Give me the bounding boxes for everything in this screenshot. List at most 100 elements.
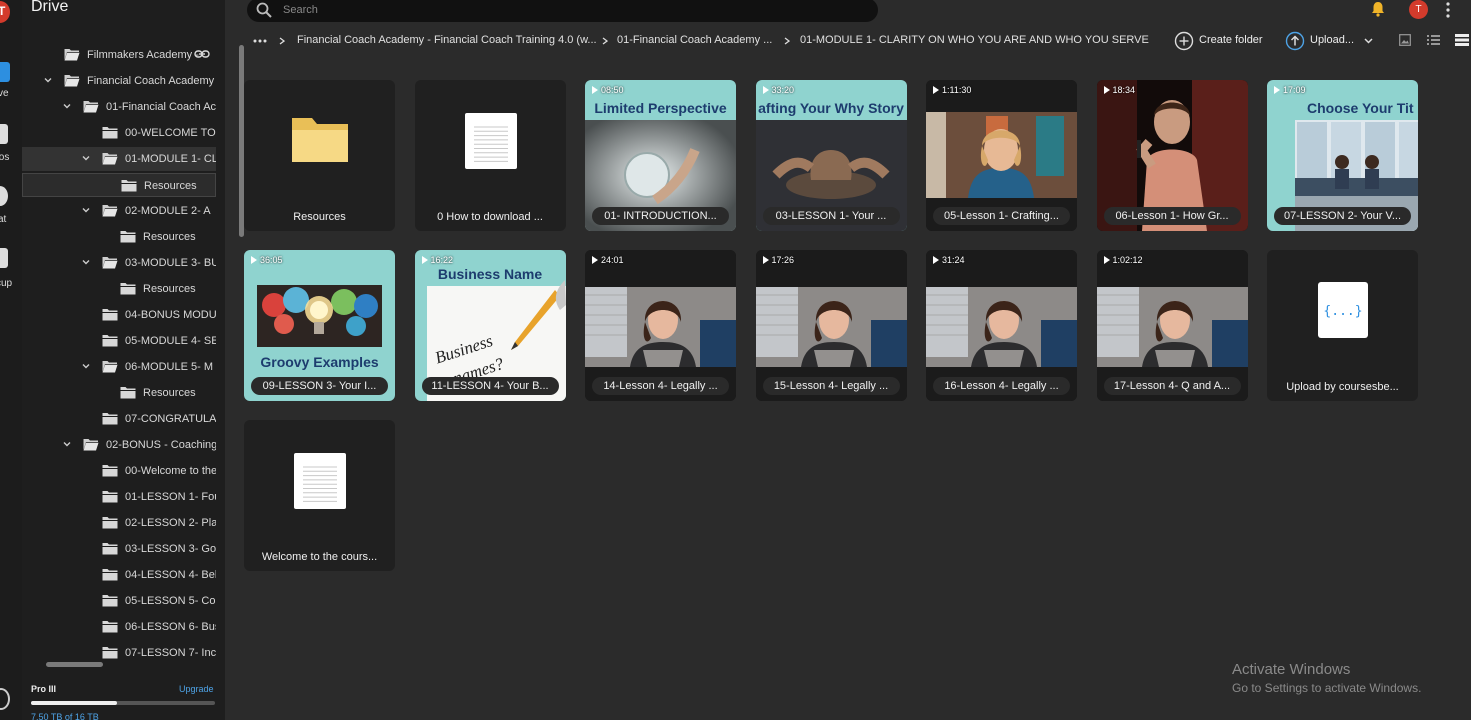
file-name: Upload by coursesbe...: [1286, 381, 1399, 393]
sidebar-tree-item[interactable]: 01-LESSON 1- Fou: [22, 485, 216, 509]
video-card[interactable]: 1:11:30 05-Lesson 1- Crafting...: [926, 80, 1077, 231]
breadcrumb-overflow-icon[interactable]: [253, 39, 267, 43]
folder-icon: [102, 594, 118, 607]
sidebar-tree-item[interactable]: 04-LESSON 4- Beh: [22, 563, 216, 587]
chevron-down-icon[interactable]: [82, 206, 90, 214]
chat-icon[interactable]: [0, 186, 8, 206]
backup-icon[interactable]: [0, 248, 8, 268]
sidebar-tree-item[interactable]: Financial Coach Academy -: [22, 69, 216, 93]
sidebar-scrollbar-horizontal[interactable]: [46, 662, 103, 667]
sidebar-tree-item[interactable]: 02-MODULE 2- A: [22, 199, 216, 223]
rail-label-chat[interactable]: at: [0, 214, 20, 225]
chevron-down-icon[interactable]: [1364, 36, 1373, 45]
photos-icon[interactable]: [0, 124, 8, 144]
upload-label: Upload...: [1310, 34, 1355, 46]
more-menu-icon[interactable]: [1445, 1, 1451, 19]
file-card[interactable]: 0 How to download ...: [414, 80, 566, 231]
video-card[interactable]: 17:26 15-Lesson 4- Legally ...: [755, 250, 907, 401]
sidebar-tree-item[interactable]: 07-LESSON 7- Inc: [22, 641, 216, 664]
video-duration-text: 24:01: [601, 255, 624, 265]
upgrade-link[interactable]: Upgrade: [179, 684, 214, 694]
chevron-down-icon[interactable]: [82, 258, 90, 266]
sidebar-tree-item[interactable]: 00-WELCOME TO: [22, 121, 216, 145]
drive-icon[interactable]: [0, 62, 10, 82]
video-card[interactable]: 1:02:12 17-Lesson 4- Q and A...: [1096, 250, 1248, 401]
sidebar-tree-item[interactable]: Resources: [22, 277, 216, 301]
sidebar-tree-item[interactable]: 00-Welcome to the: [22, 459, 216, 483]
search-bar[interactable]: [247, 0, 878, 22]
video-card[interactable]: 18:34 06-Lesson 1- How Gr...: [1096, 80, 1248, 231]
rail-label-photos[interactable]: tos: [0, 152, 18, 163]
sidebar-tree-label: 07-LESSON 7- Inc: [125, 647, 216, 659]
folder-card[interactable]: Resources: [244, 80, 395, 231]
search-input[interactable]: [283, 2, 843, 18]
rail-label-backup[interactable]: cup: [0, 278, 18, 289]
chevron-down-icon[interactable]: [63, 102, 71, 110]
windows-activation-title: Activate Windows: [1232, 661, 1351, 678]
app-logo[interactable]: T: [0, 1, 10, 23]
video-card[interactable]: Business names? Business Name 16:22 11-LESSO…: [414, 250, 566, 401]
sidebar-tree-item[interactable]: 03-MODULE 3- BU: [22, 251, 216, 275]
file-card[interactable]: {...} Upload by coursesbe...: [1267, 250, 1418, 401]
sidebar-tree-item[interactable]: 01-MODULE 1- CL: [22, 147, 216, 171]
breadcrumb-item[interactable]: Financial Coach Academy - Financial Coac…: [297, 34, 597, 46]
video-duration: 17:26: [762, 255, 795, 265]
sidebar-tree-item[interactable]: 06-LESSON 6- Bus: [22, 615, 216, 639]
sidebar-tree-label: 02-LESSON 2- Plan: [125, 517, 216, 529]
chevron-down-icon[interactable]: [82, 362, 90, 370]
shared-link-icon: [194, 49, 210, 62]
breadcrumb-item[interactable]: 01-Financial Coach Academy ...: [617, 34, 772, 46]
sidebar-tree-item[interactable]: Resources: [22, 173, 216, 197]
rail-label-drive[interactable]: ve: [0, 88, 20, 99]
file-name: 11-LESSON 4- Your B...: [421, 377, 559, 395]
sidebar-tree-label: 04-LESSON 4- Beh: [125, 569, 216, 581]
sidebar-tree-item[interactable]: Filmmakers Academy -: [22, 44, 216, 67]
folder-open-icon: [102, 256, 118, 269]
list-view-icon[interactable]: [1427, 34, 1440, 46]
sidebar-tree-item[interactable]: 05-MODULE 4- SE: [22, 329, 216, 353]
folder-icon: [102, 542, 118, 555]
sidebar-tree-item[interactable]: 06-MODULE 5- M: [22, 355, 216, 379]
play-icon: [1103, 256, 1110, 264]
thumbnail-title-text: Groovy Examples: [260, 354, 379, 370]
breadcrumb-current[interactable]: 01-MODULE 1- CLARITY ON WHO YOU ARE AND …: [800, 34, 1149, 46]
sidebar-tree-item[interactable]: 01-Financial Coach Aca: [22, 95, 216, 119]
sidebar-tree-item[interactable]: Resources: [22, 381, 216, 405]
storage-bar: [31, 701, 215, 705]
folder-icon: [102, 126, 118, 139]
video-duration: 16:22: [421, 255, 453, 265]
sidebar-tree-item[interactable]: 05-LESSON 5- Cou: [22, 589, 216, 613]
sidebar-tree-label: Filmmakers Academy -: [87, 49, 199, 61]
video-card[interactable]: afting Your Why Story 33:20 03-LESSON 1- Y…: [755, 80, 907, 231]
sidebar-tree-item[interactable]: 04-BONUS MODU: [22, 303, 216, 327]
chevron-down-icon[interactable]: [44, 76, 52, 84]
play-icon: [762, 86, 769, 94]
video-duration-text: 17:26: [771, 255, 795, 265]
storage-text[interactable]: 7.50 TB of 16 TB: [31, 712, 99, 720]
sidebar-tree-item[interactable]: Resources: [22, 225, 216, 249]
notification-bell-icon[interactable]: [1370, 1, 1386, 17]
sidebar-tree-item[interactable]: 02-BONUS - Coaching: [22, 433, 216, 457]
chevron-down-icon[interactable]: [82, 154, 90, 162]
sidebar-tree-item[interactable]: 03-LESSON 3- Goa: [22, 537, 216, 561]
file-card[interactable]: Welcome to the cours...: [244, 420, 395, 571]
grid-view-icon[interactable]: [1455, 34, 1469, 46]
folder-icon: [120, 282, 136, 295]
image-view-icon[interactable]: [1399, 34, 1411, 46]
thumbnail-title-text: afting Your Why Story: [758, 100, 904, 116]
video-card[interactable]: 31:24 16-Lesson 4- Legally ...: [926, 250, 1077, 401]
sidebar-tree-label: 05-MODULE 4- SE: [125, 335, 216, 347]
help-icon[interactable]: [0, 688, 10, 710]
play-icon: [933, 86, 939, 94]
video-card[interactable]: Choose Your Tit 17:09 07-LESSON 2- Your V.…: [1267, 80, 1418, 231]
video-duration: 18:34: [1103, 85, 1135, 95]
video-card[interactable]: Groovy Examples 36:05 09-LESSON 3- Your I.…: [244, 250, 395, 401]
sidebar-tree-label: 00-Welcome to the: [125, 465, 216, 477]
sidebar-tree-label: 07-CONGRATULA: [125, 413, 216, 425]
chevron-down-icon[interactable]: [63, 440, 71, 448]
sidebar-tree-item[interactable]: 07-CONGRATULA: [22, 407, 216, 431]
video-card[interactable]: Limited Perspective 08:50 01- INTRODUCTION…: [585, 80, 736, 231]
avatar[interactable]: T: [1409, 0, 1428, 19]
video-card[interactable]: 24:01 14-Lesson 4- Legally ...: [585, 250, 736, 401]
sidebar-tree-item[interactable]: 02-LESSON 2- Plan: [22, 511, 216, 535]
